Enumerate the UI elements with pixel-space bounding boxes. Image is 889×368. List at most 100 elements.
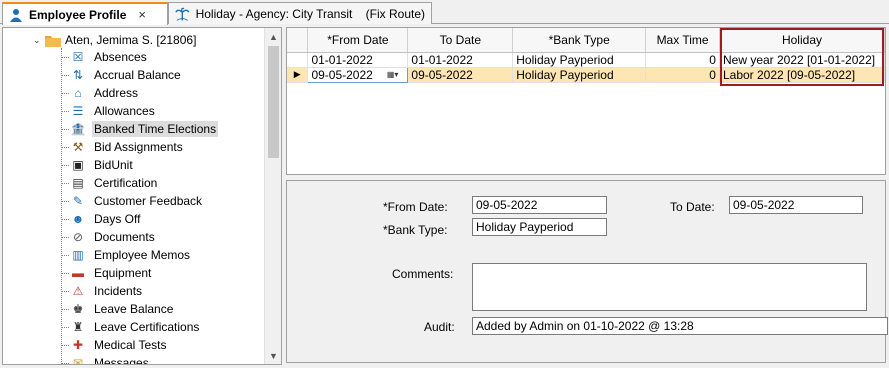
feedback-icon: ✎ [72,194,84,208]
tree-root-label: Aten, Jemima S. [21806] [65,33,197,47]
from-date-label: *From Date: [383,200,448,214]
bank-type-field[interactable]: Holiday Payperiod [472,218,607,236]
tree-item[interactable]: ▥ Employee Memos [61,246,192,264]
to-date-field[interactable]: 09-05-2022 [729,196,863,214]
cell-max-time[interactable]: 0 [645,67,720,83]
tree-item[interactable]: ▬ Equipment [61,264,153,282]
tree-item[interactable]: ✎ Customer Feedback [61,192,204,210]
column-header-max-time[interactable]: Max Time [645,28,720,53]
tree-item[interactable]: ☰ Allowances [61,102,157,120]
from-date-field[interactable]: 09-05-2022 [472,196,607,214]
tree-item[interactable]: ⚒ Bid Assignments [61,138,185,156]
tree-item-label: Incidents [94,284,143,298]
tree-connector [61,164,69,166]
bank-time-grid: *From Date To Date *Bank Type Max Time H… [286,27,886,175]
allowances-icon: ☰ [72,104,84,118]
tree-connector [61,308,69,310]
detail-form: *From Date: 09-05-2022 To Date: 09-05-20… [286,180,888,363]
tree-item-label: Bid Assignments [94,140,183,154]
tree-root-employee[interactable]: ⌄ Aten, Jemima S. [21806] [33,31,196,49]
column-header-bank-type[interactable]: *Bank Type [512,28,647,53]
tree-item-label: Leave Balance [94,302,174,316]
tree-connector [61,128,69,130]
tree-item-label: Medical Tests [94,338,167,352]
cell-from-date-editor[interactable]: 09-05-2022 ▦▾ [307,66,409,83]
scroll-thumb[interactable] [268,46,279,158]
tree-item[interactable]: ⚠ Incidents [61,282,144,300]
leave-cert-icon: ♜ [72,320,84,334]
tree-item-label: Banked Time Elections [92,121,219,137]
comments-label: Comments: [392,267,454,281]
tree-connector [61,344,69,346]
tab-holiday[interactable]: Holiday - Agency: City Transit (Fix Rout… [168,2,432,24]
column-header-to-date[interactable]: To Date [407,28,514,53]
calendar-dropdown-icon[interactable]: ▦▾ [387,70,399,79]
comments-field[interactable] [472,263,867,311]
envelope-icon: ✉ [72,356,84,365]
tree-item-label: Certification [94,176,158,190]
tab-employee-profile[interactable]: Employee Profile × [2,2,168,25]
memo-icon: ▥ [72,248,84,262]
cell-from-date-value[interactable]: 09-05-2022 [311,68,372,82]
tree-connector [61,362,69,364]
navigation-tree: ⌄ Aten, Jemima S. [21806] ☒ Absences ⇅ Accr… [2,27,282,365]
certificate-icon: ▤ [72,176,84,190]
holiday-highlight-box [720,28,884,86]
bank-icon: 🏦 [70,122,86,136]
tree-item[interactable]: ⌂ Address [61,84,140,102]
row-indicator-header [287,28,309,53]
tree-item[interactable]: ▤ Certification [61,174,159,192]
cell-from-date[interactable]: 01-01-2022 [307,52,409,68]
tree-item[interactable]: ☻ Days Off [61,210,142,228]
audit-field: Added by Admin on 01-10-2022 @ 13:28 [472,317,888,335]
tree-item[interactable]: ☒ Absences [61,48,149,66]
tree-item[interactable]: 🏦 Banked Time Elections [61,120,219,138]
tab-label: Holiday - Agency: City Transit (Fix Rout… [195,6,425,21]
tree-item[interactable]: ⊘ Documents [61,228,157,246]
close-icon[interactable]: × [138,7,146,22]
tree-item[interactable]: ✉ Messages [61,354,151,365]
tree-item-label: Accrual Balance [94,68,181,82]
tree-connector [61,272,69,274]
bidunit-icon: ▣ [72,158,84,172]
tree-connector [61,254,69,256]
tree-item-label: Leave Certifications [94,320,200,334]
scroll-down-icon[interactable]: ▼ [265,347,281,364]
tree-item[interactable]: ♚ Leave Balance [61,300,175,318]
tree-item[interactable]: ♜ Leave Certifications [61,318,201,336]
tree-item[interactable]: ▣ BidUnit [61,156,135,174]
medical-icon: ✚ [72,338,84,352]
current-row-arrow-icon[interactable]: ▶ [287,67,309,83]
tree-connector [61,326,69,328]
tree-connector [61,182,69,184]
tree-item-label: Address [94,86,139,100]
column-header-from-date[interactable]: *From Date [307,28,409,53]
tree-connector [61,146,69,148]
tree-connector [61,110,69,112]
tree-connector [61,218,69,220]
tree-scrollbar[interactable]: ▲ ▼ [264,28,281,364]
tree-item-label: Days Off [94,212,141,226]
cell-to-date[interactable]: 01-01-2022 [407,52,514,68]
scroll-up-icon[interactable]: ▲ [265,28,281,45]
tree-connector [61,236,69,238]
cell-to-date[interactable]: 09-05-2022 [407,67,514,83]
tree-item[interactable]: ✚ Medical Tests [61,336,168,354]
paperclip-icon: ⊘ [72,230,84,244]
chevron-down-icon[interactable]: ⌄ [33,35,45,46]
folder-icon [45,35,61,47]
person-icon [10,8,22,22]
tree-connector [61,290,69,292]
tree-connector [61,200,69,202]
tree-item-label: Messages [94,356,149,365]
tree-item-label: Employee Memos [94,248,191,262]
row-indicator[interactable] [287,52,309,68]
tree-item-label: Documents [94,230,155,244]
audit-label: Audit: [424,320,455,334]
cell-max-time[interactable]: 0 [645,52,720,68]
tree-item[interactable]: ⇅ Accrual Balance [61,66,183,84]
tree-item-label: Allowances [94,104,155,118]
palm-tree-icon [175,7,190,21]
cell-bank-type[interactable]: Holiday Payperiod [512,52,647,68]
cell-bank-type[interactable]: Holiday Payperiod [512,67,647,83]
